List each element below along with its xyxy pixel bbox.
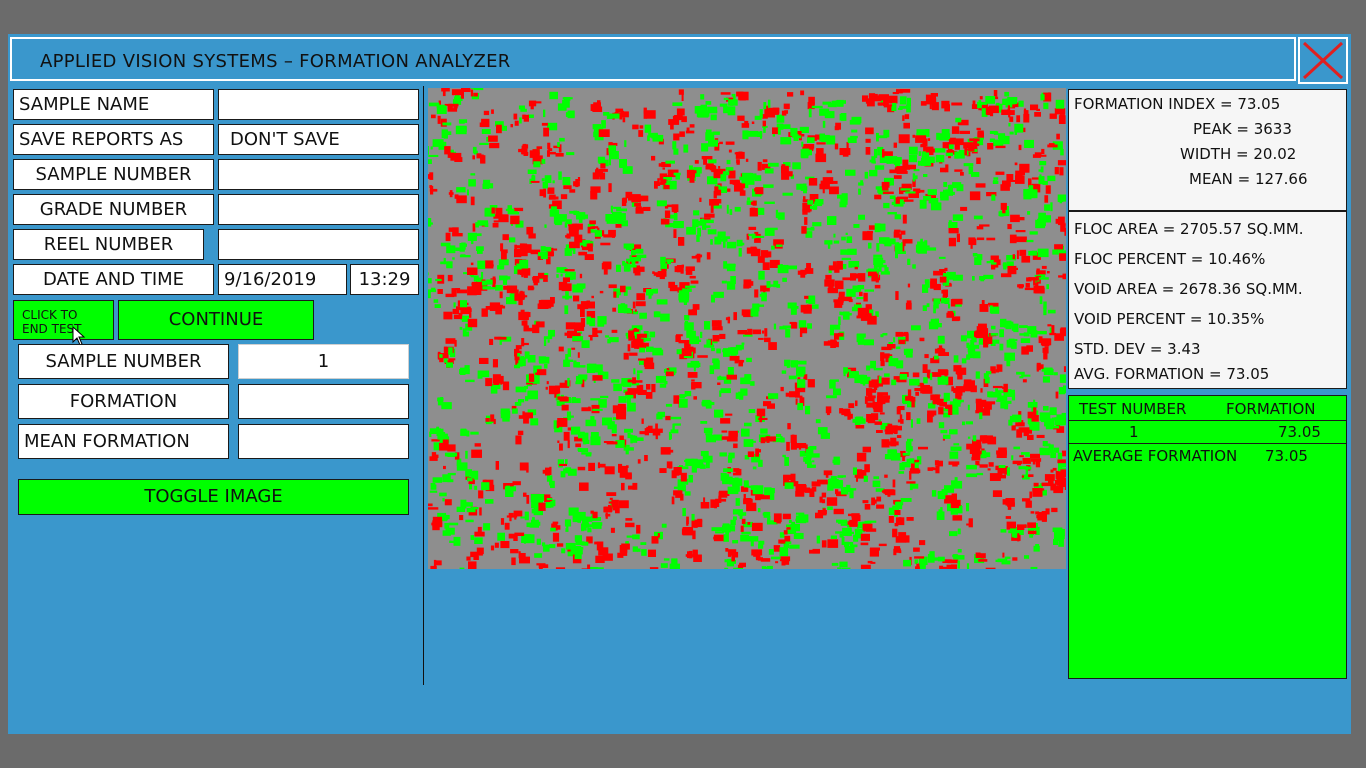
- formation-map: [428, 88, 1066, 569]
- formation-index-text: FORMATION INDEX = 73.05: [1074, 95, 1281, 113]
- current-sample-number-label: SAMPLE NUMBER: [18, 344, 229, 379]
- floc-area-text: FLOC AREA = 2705.57 SQ.MM.: [1074, 220, 1304, 238]
- continue-button[interactable]: CONTINUE: [118, 300, 314, 340]
- void-area-text: VOID AREA = 2678.36 SQ.MM.: [1074, 280, 1303, 298]
- save-reports-select[interactable]: DON'T SAVE: [218, 124, 419, 155]
- std-dev-text: STD. DEV = 3.43: [1074, 340, 1201, 358]
- end-test-line1: CLICK TO: [22, 308, 78, 322]
- peak-text: PEAK = 3633: [1193, 120, 1292, 138]
- void-percent-text: VOID PERCENT = 10.35%: [1074, 310, 1265, 328]
- close-x-icon: [1302, 41, 1344, 80]
- mean-text: MEAN = 127.66: [1189, 170, 1308, 188]
- formation-label: FORMATION: [18, 384, 229, 419]
- mouse-cursor-icon: [72, 326, 86, 346]
- close-button[interactable]: [1298, 37, 1348, 84]
- width-text: WIDTH = 20.02: [1180, 145, 1297, 163]
- results-table: TEST NUMBER FORMATION 1 73.05 AVERAGE FO…: [1068, 395, 1347, 679]
- floc-percent-text: FLOC PERCENT = 10.46%: [1074, 250, 1266, 268]
- formation-image: [428, 88, 1066, 569]
- date-time-label: DATE AND TIME: [13, 264, 214, 295]
- sample-number-field[interactable]: [218, 159, 419, 190]
- row-1-test-number: 1: [1129, 423, 1139, 441]
- reel-number-field[interactable]: [218, 229, 419, 260]
- sample-number-label: SAMPLE NUMBER: [13, 159, 214, 190]
- row-divider: [1069, 443, 1346, 444]
- row-1-formation: 73.05: [1278, 423, 1321, 441]
- reel-number-label: REEL NUMBER: [13, 229, 204, 260]
- average-formation-label: AVERAGE FORMATION: [1073, 447, 1238, 465]
- avg-formation-text: AVG. FORMATION = 73.05: [1074, 365, 1270, 383]
- col-header-formation: FORMATION: [1226, 400, 1316, 418]
- histogram-stats-panel: FORMATION INDEX = 73.05 PEAK = 3633 WIDT…: [1068, 89, 1347, 211]
- header-divider: [1069, 420, 1346, 421]
- time-field[interactable]: 13:29: [350, 264, 419, 295]
- sample-name-label: SAMPLE NAME: [13, 89, 214, 120]
- formation-field: [238, 384, 409, 419]
- sample-name-field[interactable]: [218, 89, 419, 120]
- grade-number-field[interactable]: [218, 194, 419, 225]
- title-bar: APPLIED VISION SYSTEMS – FORMATION ANALY…: [10, 37, 1296, 81]
- average-formation-value: 73.05: [1265, 447, 1308, 465]
- save-reports-label: SAVE REPORTS AS: [13, 124, 214, 155]
- panel-divider: [423, 86, 424, 685]
- floc-void-stats-panel: FLOC AREA = 2705.57 SQ.MM. FLOC PERCENT …: [1068, 211, 1347, 389]
- date-field[interactable]: 9/16/2019: [218, 264, 347, 295]
- toggle-image-button[interactable]: TOGGLE IMAGE: [18, 479, 409, 515]
- grade-number-label: GRADE NUMBER: [13, 194, 214, 225]
- mean-formation-field: [238, 424, 409, 459]
- current-sample-number-field: 1: [238, 344, 409, 379]
- mean-formation-label: MEAN FORMATION: [18, 424, 229, 459]
- end-test-button[interactable]: CLICK TO END TEST: [13, 300, 114, 340]
- col-header-test-number: TEST NUMBER: [1079, 400, 1187, 418]
- window-title: APPLIED VISION SYSTEMS – FORMATION ANALY…: [40, 51, 511, 72]
- end-test-line2: END TEST: [22, 322, 82, 336]
